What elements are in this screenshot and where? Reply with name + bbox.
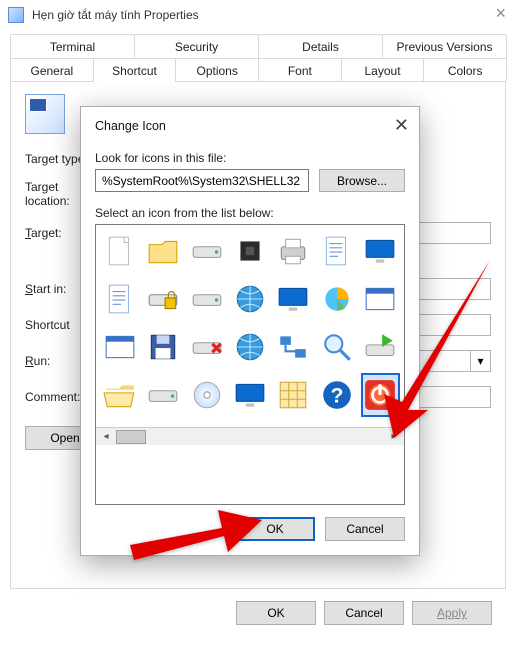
icon-grid[interactable]: [276, 375, 311, 415]
icon-path-input[interactable]: %SystemRoot%\System32\SHELL32: [95, 169, 309, 192]
tab-previous-versions[interactable]: Previous Versions: [382, 34, 507, 58]
icon-pie-chart[interactable]: [319, 279, 354, 319]
target-icon: [25, 94, 65, 134]
icon-cd[interactable]: [189, 375, 224, 415]
icon-folder[interactable]: [145, 231, 180, 271]
properties-apply-button[interactable]: Apply: [412, 601, 492, 625]
dialog-ok-button[interactable]: OK: [235, 517, 315, 541]
scroll-thumb[interactable]: [116, 430, 146, 444]
tab-layout[interactable]: Layout: [341, 58, 425, 82]
properties-cancel-button[interactable]: Cancel: [324, 601, 404, 625]
tab-terminal[interactable]: Terminal: [10, 34, 135, 58]
change-icon-dialog: Change Icon ✕ Look for icons in this fil…: [80, 106, 420, 556]
tab-colors[interactable]: Colors: [423, 58, 507, 82]
shortcut-icon: [8, 7, 24, 23]
titlebar: Hẹn giờ tắt máy tính Properties ×: [0, 0, 516, 30]
tab-security[interactable]: Security: [134, 34, 259, 58]
select-icon-label: Select an icon from the list below:: [95, 206, 405, 220]
icon-drive-green[interactable]: [363, 327, 398, 367]
tab-shortcut[interactable]: Shortcut: [93, 58, 177, 82]
tab-options[interactable]: Options: [175, 58, 259, 82]
icon-monitor[interactable]: [232, 375, 267, 415]
look-for-icons-label: Look for icons in this file:: [95, 151, 405, 165]
icon-magnifier[interactable]: [319, 327, 354, 367]
dialog-close-icon[interactable]: ✕: [394, 115, 409, 136]
icon-folder-open[interactable]: [102, 375, 137, 415]
close-icon[interactable]: ×: [495, 3, 506, 24]
icon-drive-x[interactable]: [189, 327, 224, 367]
icon-disk-lock[interactable]: [145, 279, 180, 319]
icon-text-page[interactable]: [102, 279, 137, 319]
icon-drive[interactable]: [189, 231, 224, 271]
scroll-right-icon[interactable]: ▸: [386, 429, 402, 445]
properties-ok-button[interactable]: OK: [236, 601, 316, 625]
icon-power[interactable]: [363, 375, 398, 415]
properties-button-row: OK Cancel Apply: [10, 589, 506, 637]
tab-font[interactable]: Font: [258, 58, 342, 82]
icon-list[interactable]: ? ◂ ▸: [95, 224, 405, 505]
dialog-title: Change Icon: [95, 119, 166, 133]
icon-drive2[interactable]: [189, 279, 224, 319]
tab-details[interactable]: Details: [258, 34, 383, 58]
icon-blank-page[interactable]: [102, 231, 137, 271]
chevron-down-icon[interactable]: ▾: [470, 351, 490, 371]
horizontal-scrollbar[interactable]: ◂ ▸: [96, 427, 404, 445]
browse-button[interactable]: Browse...: [319, 169, 405, 192]
scroll-left-icon[interactable]: ◂: [98, 429, 114, 445]
icon-document[interactable]: [319, 231, 354, 271]
icon-chip[interactable]: [232, 231, 267, 271]
icon-monitor-blue[interactable]: [276, 279, 311, 319]
icon-window-app[interactable]: [363, 279, 398, 319]
icon-network[interactable]: [276, 327, 311, 367]
svg-text:?: ?: [330, 383, 343, 407]
dialog-cancel-button[interactable]: Cancel: [325, 517, 405, 541]
icon-floppy[interactable]: [145, 327, 180, 367]
icon-window[interactable]: [102, 327, 137, 367]
icon-printer[interactable]: [276, 231, 311, 271]
icon-globe[interactable]: [232, 279, 267, 319]
icon-monitor-wide[interactable]: [363, 231, 398, 271]
window-title: Hẹn giờ tắt máy tính Properties: [32, 8, 199, 22]
tab-strip: Terminal Security Details Previous Versi…: [10, 34, 506, 82]
icon-globe-net[interactable]: [232, 327, 267, 367]
icon-help[interactable]: ?: [319, 375, 354, 415]
tab-general[interactable]: General: [10, 58, 94, 82]
icon-drive-flat[interactable]: [145, 375, 180, 415]
